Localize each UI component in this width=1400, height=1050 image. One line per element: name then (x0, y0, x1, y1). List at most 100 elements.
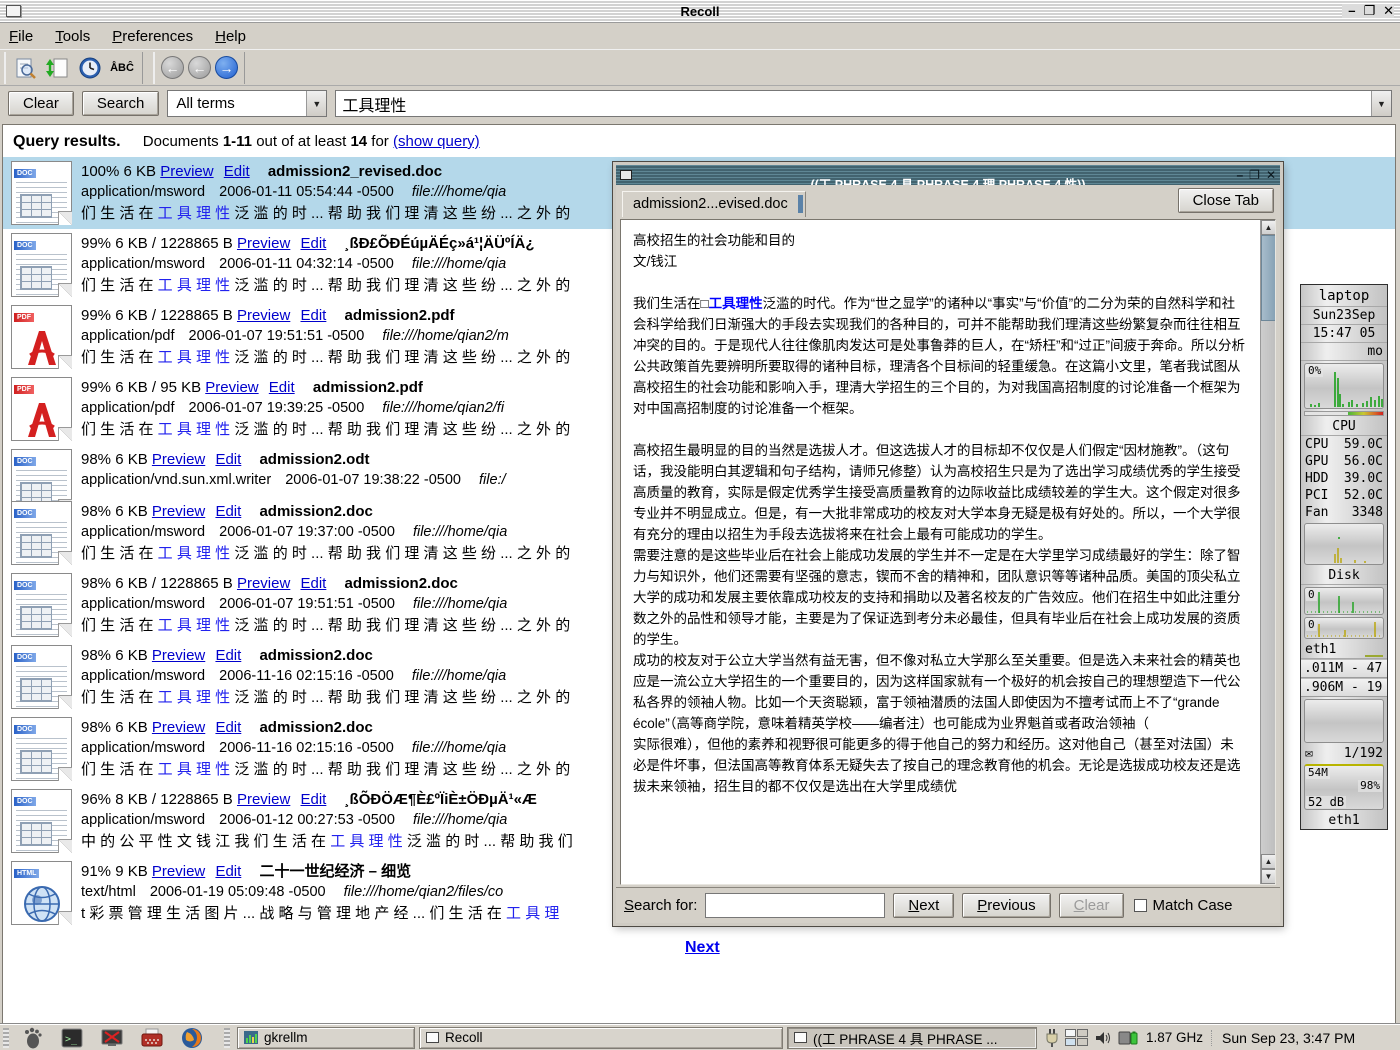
history-clock-icon[interactable] (76, 55, 104, 81)
cpu-chart[interactable]: 0% (1304, 363, 1384, 409)
display-off-launcher-icon[interactable] (99, 1026, 125, 1050)
disk-chart-1[interactable]: 0 (1304, 587, 1384, 615)
preview-link[interactable]: Preview (152, 647, 205, 664)
relevance-score: 100% (81, 163, 119, 180)
search-document-icon[interactable] (12, 55, 40, 81)
battery-icon[interactable] (1118, 1029, 1138, 1047)
chevron-down-icon[interactable]: ▼ (306, 91, 326, 116)
main-titlebar[interactable]: Recoll – ❐ ✕ (0, 0, 1400, 23)
file-url: file:///home/qia (412, 740, 506, 756)
volume-icon[interactable] (1094, 1030, 1112, 1046)
preview-link[interactable]: Preview (237, 307, 290, 324)
preview-titlebar[interactable]: ((工 PHRASE 4 具 PHRASE 4 理 PHRASE 4 性)) –… (616, 165, 1280, 185)
mail-row[interactable]: ✉ 1/192 (1301, 745, 1387, 762)
search-button[interactable]: Search (82, 91, 160, 116)
scroll-up-icon[interactable]: ▲ (1261, 220, 1276, 235)
tab-admission2[interactable]: admission2...evised.doc (622, 191, 806, 217)
edit-link[interactable]: Edit (269, 379, 295, 396)
preview-link[interactable]: Preview (152, 451, 205, 468)
next-page-link[interactable]: Next (685, 939, 720, 957)
menu-file[interactable]: File (9, 28, 33, 45)
preview-link[interactable]: Preview (152, 503, 205, 520)
search-input[interactable] (336, 91, 1371, 116)
edit-link[interactable]: Edit (224, 163, 250, 180)
edit-link[interactable]: Edit (215, 647, 241, 664)
show-query-link[interactable]: (show query) (393, 133, 480, 150)
maximize-icon[interactable]: ❐ (1249, 168, 1260, 182)
preview-link[interactable]: Preview (152, 719, 205, 736)
nav-first-icon[interactable]: ← (161, 56, 184, 79)
temp-row: PCI52.0C (1301, 487, 1387, 504)
close-tab-button[interactable]: Close Tab (1178, 188, 1274, 213)
typewriter-launcher-icon[interactable] (139, 1026, 165, 1050)
preview-link[interactable]: Preview (152, 863, 205, 880)
match-case-option[interactable]: Match Case (1134, 897, 1232, 914)
disk-chart-2[interactable]: 0 (1304, 617, 1384, 639)
wifi-chart[interactable]: 54M 98% 52 dB (1304, 764, 1384, 810)
menu-help[interactable]: Help (215, 28, 246, 45)
search-mode-select[interactable]: All terms ▼ (167, 90, 327, 117)
sort-icon[interactable] (44, 55, 72, 81)
panel-handle[interactable] (224, 1028, 230, 1048)
file-type-icon: DOC (11, 789, 72, 853)
preview-link[interactable]: Preview (160, 163, 213, 180)
terminal-launcher-icon[interactable]: >_ (59, 1026, 85, 1050)
minimize-icon[interactable]: – (1236, 168, 1243, 182)
edit-link[interactable]: Edit (301, 791, 327, 808)
preview-link[interactable]: Preview (237, 791, 290, 808)
firefox-launcher-icon[interactable] (179, 1026, 205, 1050)
preview-link[interactable]: Preview (237, 235, 290, 252)
nav-back-icon[interactable]: ← (188, 56, 211, 79)
nav-forward-icon[interactable]: → (215, 56, 238, 79)
edit-link[interactable]: Edit (215, 863, 241, 880)
preview-scrollbar[interactable]: ▲ ▲ ▼ (1260, 220, 1275, 884)
close-icon[interactable]: ✕ (1266, 168, 1276, 182)
clear-button[interactable]: Clear (8, 91, 74, 116)
preview-link[interactable]: Preview (205, 379, 258, 396)
scroll-up-icon[interactable]: ▲ (1261, 854, 1276, 869)
edit-link[interactable]: Edit (215, 503, 241, 520)
term-explorer-icon[interactable]: ÅBĈ (108, 55, 136, 81)
maximize-icon[interactable]: ❐ (1363, 4, 1375, 18)
menu-tools[interactable]: Tools (55, 28, 90, 45)
edit-link[interactable]: Edit (215, 451, 241, 468)
close-icon[interactable]: ✕ (1383, 4, 1394, 18)
edit-link[interactable]: Edit (301, 235, 327, 252)
find-input[interactable] (705, 893, 885, 918)
relevance-score: 96% (81, 791, 111, 808)
gnome-menu-icon[interactable] (19, 1026, 45, 1050)
find-previous-button[interactable]: Previous (962, 893, 1050, 918)
task-gkrellm[interactable]: gkrellm (237, 1027, 415, 1049)
doc-paragraph-5: 实际很难），但他的素养和视野很可能更多的得于他自己的努力和经历。这对他自己（甚至… (633, 734, 1247, 797)
workspace-pager[interactable] (1065, 1029, 1088, 1046)
panel-handle[interactable] (3, 1028, 9, 1048)
edit-link[interactable]: Edit (215, 719, 241, 736)
file-name: admission2.doc (345, 575, 458, 592)
preview-text[interactable]: 高校招生的社会功能和目的 文/钱江 我们生活在□工具理性泛滥的时代。作为“世之显… (621, 220, 1259, 884)
scroll-down-icon[interactable]: ▼ (1261, 869, 1276, 884)
preview-link[interactable]: Preview (237, 575, 290, 592)
toolbar-group-main: ÅBĈ (4, 52, 143, 84)
task-recoll[interactable]: Recoll (419, 1027, 783, 1049)
task-preview-phrase[interactable]: ((工 PHRASE 4 具 PHRASE ... (787, 1027, 1037, 1049)
file-type-icon: DOC (11, 645, 72, 709)
minimize-icon[interactable]: – (1348, 4, 1355, 18)
match-case-checkbox[interactable] (1134, 899, 1147, 912)
gkrellm-panel[interactable]: laptop Sun23Sep 15:47 05 mo 0% CPU CPU59… (1300, 284, 1388, 830)
edit-link[interactable]: Edit (301, 307, 327, 324)
file-url: file:///home/qia (412, 668, 506, 684)
chevron-down-icon[interactable]: ▼ (1371, 91, 1391, 116)
find-clear-button[interactable]: Clear (1059, 893, 1125, 918)
fan-chart[interactable] (1304, 523, 1384, 565)
menu-preferences[interactable]: Preferences (112, 28, 193, 45)
taskbar-clock[interactable]: Sun Sep 23, 3:47 PM (1211, 1030, 1367, 1046)
mime-type: application/msword (81, 256, 205, 272)
file-date: 2006-01-07 19:51:51 -0500 (219, 596, 395, 612)
power-plug-icon[interactable] (1045, 1028, 1059, 1048)
find-next-button[interactable]: Next (893, 893, 954, 918)
file-type-icon: DOC (11, 573, 72, 637)
edit-link[interactable]: Edit (301, 575, 327, 592)
query-combo[interactable]: ▼ (335, 90, 1392, 117)
net-chart[interactable] (1304, 699, 1384, 743)
scrollbar-thumb[interactable] (1261, 235, 1276, 321)
